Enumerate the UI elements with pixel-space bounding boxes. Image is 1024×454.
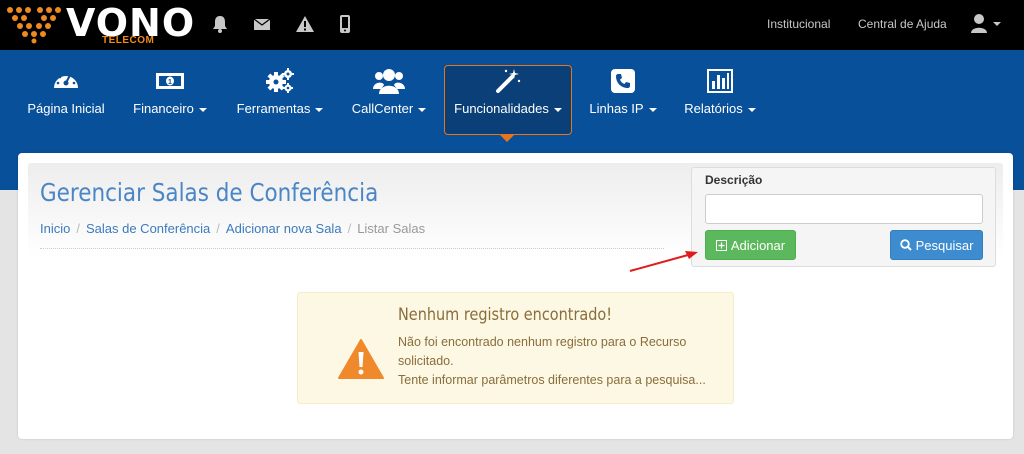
- no-records-alert: Nenhum registro encontrado! Não foi enco…: [297, 292, 734, 404]
- nav-label: Página Inicial: [27, 101, 105, 116]
- page-title: Gerenciar Salas de Conferência: [40, 178, 379, 207]
- description-input[interactable]: [705, 194, 983, 224]
- caret-down-icon: [315, 107, 324, 112]
- svg-text:1: 1: [168, 79, 172, 86]
- search-button[interactable]: Pesquisar: [890, 230, 983, 260]
- dashboard-icon: [54, 72, 78, 88]
- plus-square-icon: [715, 239, 727, 251]
- bell-icon[interactable]: [210, 14, 230, 34]
- nav-label: Relatórios: [684, 101, 743, 116]
- alert-title: Nenhum registro encontrado!: [398, 305, 613, 325]
- caret-down-icon: [747, 107, 756, 112]
- bar-chart-icon: [707, 69, 733, 93]
- envelope-icon[interactable]: [252, 14, 272, 34]
- nav-item-callcenter[interactable]: CallCenter: [345, 66, 433, 134]
- cogs-icon: [266, 68, 294, 93]
- vono-logo[interactable]: VONO TELECOM: [6, 1, 201, 46]
- caret-down-icon: [553, 107, 562, 112]
- users-icon: [373, 69, 405, 94]
- magic-wand-icon: [496, 69, 521, 93]
- alert-message: Não foi encontrado nenhum registro para …: [398, 333, 728, 390]
- nav-item-financeiro[interactable]: 1 Financeiro: [128, 66, 212, 134]
- alert-line: Tente informar parâmetros diferentes par…: [398, 373, 706, 387]
- breadcrumb: Inicio / Salas de Conferência / Adicionar no…: [40, 221, 425, 236]
- breadcrumb-separator: /: [76, 221, 80, 236]
- nav-label: Linhas IP: [589, 101, 644, 116]
- nav-label: CallCenter: [351, 101, 414, 116]
- alert-line: Não foi encontrado nenhum registro para …: [398, 335, 687, 349]
- breadcrumb-current: Listar Salas: [357, 221, 426, 236]
- breadcrumb-salas[interactable]: Salas de Conferência: [86, 221, 210, 236]
- add-button-label: Adicionar: [730, 237, 786, 253]
- search-button-label: Pesquisar: [915, 237, 974, 253]
- nav-item-pagina-inicial[interactable]: Página Inicial: [22, 66, 110, 134]
- logo-dots-icon: [7, 7, 61, 44]
- breadcrumb-inicio[interactable]: Inicio: [40, 221, 70, 236]
- add-button[interactable]: Adicionar: [705, 230, 796, 260]
- breadcrumb-adicionar[interactable]: Adicionar nova Sala: [226, 221, 342, 236]
- search-box: Descrição Adicionar Pesquisar: [691, 167, 996, 267]
- caret-down-icon: [648, 107, 657, 112]
- search-icon: [899, 239, 912, 251]
- divider: [40, 248, 664, 249]
- nav-item-ferramentas[interactable]: Ferramentas: [230, 66, 330, 134]
- top-bar: VONO TELECOM Institucional Central de Aj…: [0, 0, 1024, 50]
- breadcrumb-separator: /: [347, 221, 352, 236]
- red-arrow-annotation: [629, 251, 698, 272]
- nav-label: Ferramentas: [236, 101, 311, 116]
- help-center-link[interactable]: Central de Ajuda: [858, 17, 947, 31]
- caret-down-icon: [418, 107, 427, 112]
- user-menu[interactable]: [970, 13, 1004, 35]
- nav-label: Financeiro: [133, 101, 194, 116]
- nav-item-funcionalidades[interactable]: Funcionalidades: [444, 65, 572, 135]
- caret-down-icon: [198, 107, 207, 112]
- mobile-icon[interactable]: [335, 14, 355, 34]
- brand-sub: TELECOM: [102, 35, 155, 46]
- user-icon: [971, 14, 1001, 33]
- nav-label: Funcionalidades: [454, 101, 549, 116]
- institucional-link[interactable]: Institucional: [767, 17, 830, 31]
- description-label: Descrição: [705, 173, 763, 187]
- breadcrumb-separator: /: [216, 221, 220, 236]
- warning-icon[interactable]: [295, 14, 315, 34]
- alert-line: solicitado.: [398, 354, 454, 368]
- money-icon: 1: [156, 73, 184, 89]
- phone-icon: [611, 69, 635, 93]
- nav-item-relatorios[interactable]: Relatórios: [676, 66, 764, 134]
- active-nav-pointer: [499, 134, 515, 142]
- warning-icon: [338, 339, 384, 379]
- nav-item-linhas-ip[interactable]: Linhas IP: [583, 66, 663, 134]
